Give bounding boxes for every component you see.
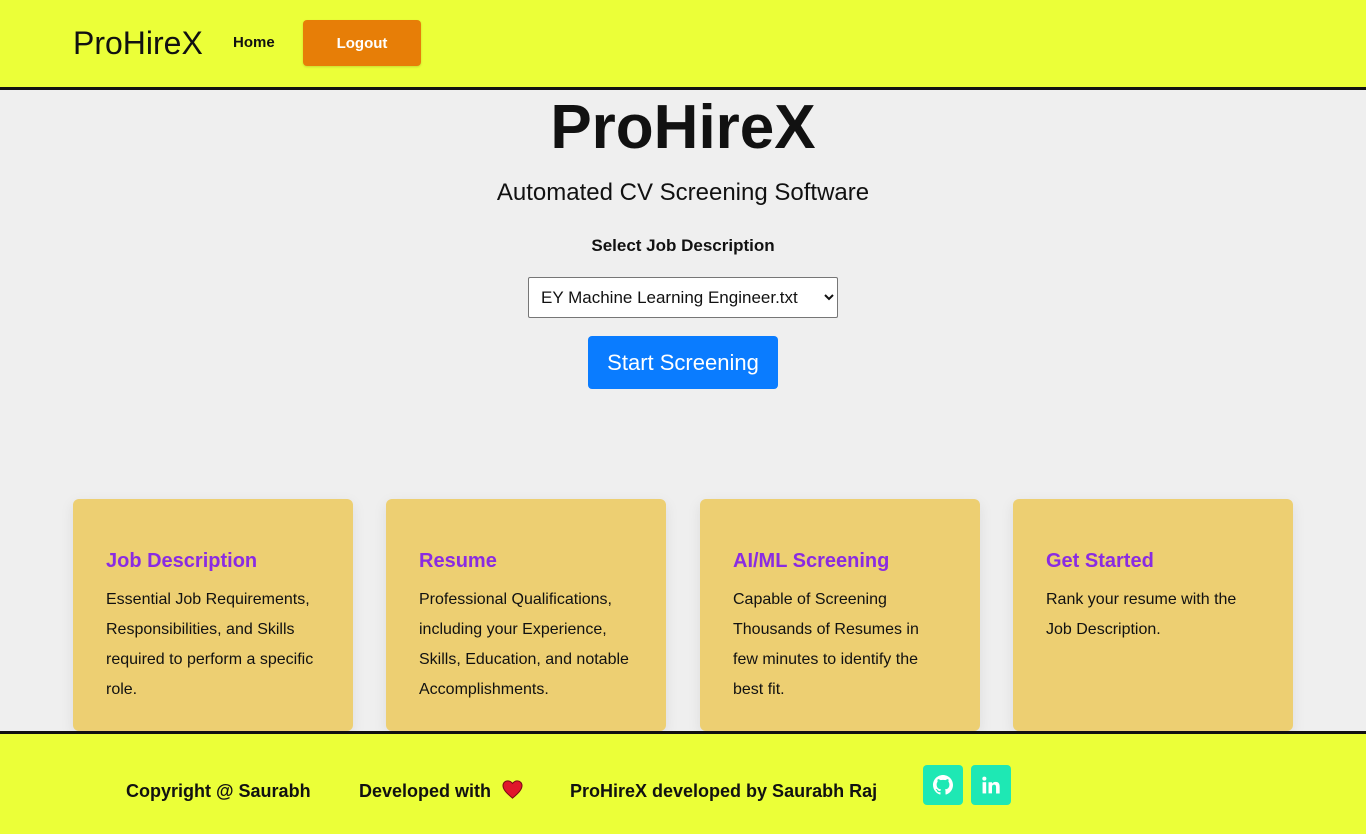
nav-home-link[interactable]: Home bbox=[233, 34, 275, 51]
linkedin-link[interactable] bbox=[971, 765, 1011, 805]
linkedin-icon bbox=[982, 776, 1000, 794]
card-title: AI/ML Screening bbox=[733, 550, 890, 572]
card-get-started: Get Started Rank your resume with the Jo… bbox=[1013, 499, 1293, 731]
heart-icon bbox=[502, 780, 523, 804]
footer-credit: ProHireX developed by Saurabh Raj bbox=[570, 781, 878, 801]
card-text: Essential Job Requirements, Responsibili… bbox=[106, 591, 314, 698]
card-job-description: Job Description Essential Job Requiremen… bbox=[73, 499, 353, 731]
footer: Copyright @ Saurabh Developed with ProHi… bbox=[0, 731, 1366, 834]
card-text: Rank your resume with the Job Descriptio… bbox=[1046, 591, 1237, 638]
github-link[interactable] bbox=[923, 765, 963, 805]
card-resume: Resume Professional Qualifications, incl… bbox=[386, 499, 666, 731]
card-title: Job Description bbox=[106, 550, 258, 572]
footer-developed-with: Developed with bbox=[359, 780, 523, 804]
card-ai-ml-screening: AI/ML Screening Capable of Screening Tho… bbox=[700, 499, 980, 731]
card-title: Get Started bbox=[1046, 550, 1154, 572]
start-screening-button[interactable]: Start Screening bbox=[588, 336, 778, 389]
card-text: Capable of Screening Thousands of Resume… bbox=[733, 591, 919, 698]
page-subtitle: Automated CV Screening Software bbox=[496, 179, 870, 206]
github-icon bbox=[933, 775, 953, 795]
card-text: Professional Qualifications, including y… bbox=[419, 591, 629, 698]
select-job-description-label: Select Job Description bbox=[591, 236, 775, 255]
job-description-select[interactable]: EY Machine Learning Engineer.txt bbox=[528, 277, 838, 318]
footer-developed-with-text: Developed with bbox=[359, 781, 492, 801]
brand-logo[interactable]: ProHireX bbox=[73, 24, 203, 62]
page-title: ProHireX bbox=[550, 93, 816, 162]
footer-copyright: Copyright @ Saurabh bbox=[126, 781, 311, 801]
navbar: ProHireX Home Logout bbox=[0, 0, 1366, 90]
card-title: Resume bbox=[419, 550, 497, 572]
logout-button[interactable]: Logout bbox=[303, 20, 421, 66]
